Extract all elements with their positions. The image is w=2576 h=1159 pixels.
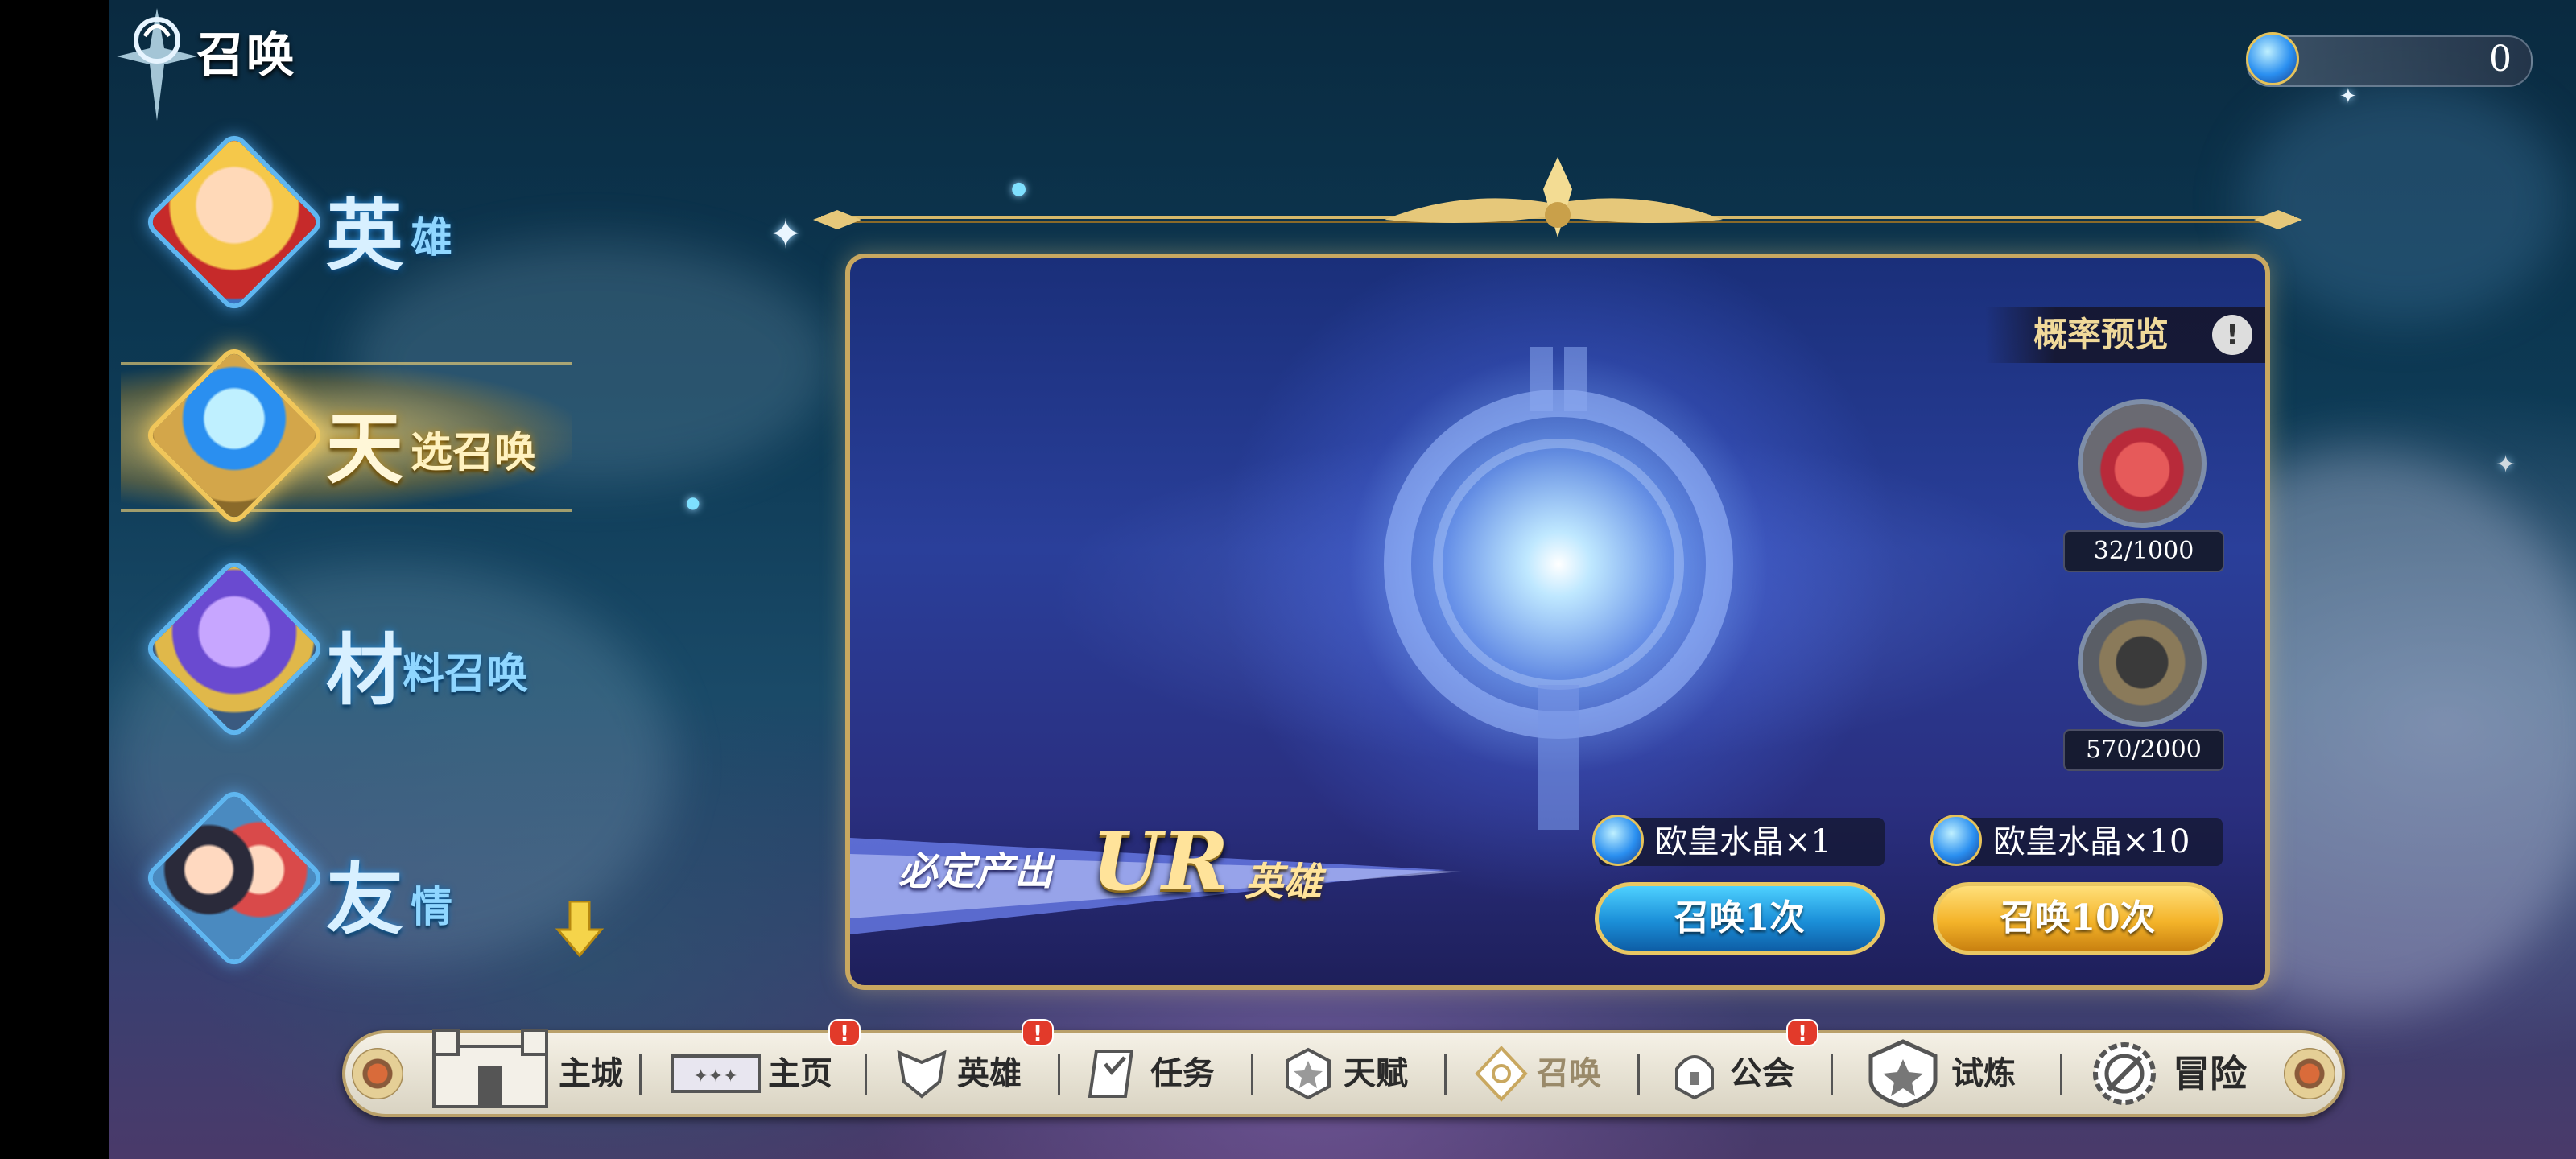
friends-portrait-icon [142, 786, 327, 971]
summon-orb-icon [142, 343, 327, 528]
nav-label: 主页 [768, 1054, 832, 1092]
ur-banner-highlight: UR [1092, 814, 1229, 909]
menu-item-friendship[interactable]: 友 情 [129, 786, 580, 971]
adventure-gear-icon [2093, 1042, 2156, 1105]
svg-text:✦✦✦: ✦✦✦ [693, 1066, 737, 1087]
nav-item-main-city[interactable]: 主城 [426, 1029, 643, 1114]
menu-item-hero[interactable]: 英 雄 [129, 130, 580, 315]
nav-label: 试炼 [1951, 1054, 2016, 1092]
nav-label: 公会 [1730, 1054, 1794, 1092]
nav-item-trial[interactable]: 试炼 [1859, 1033, 2068, 1114]
chevron-down-icon[interactable] [555, 901, 604, 958]
nav-label: 主城 [559, 1054, 623, 1092]
nav-item-talent[interactable]: 天赋 [1279, 1033, 1456, 1114]
rate-preview-button[interactable]: 概率预览 ! [1985, 307, 2265, 363]
menu-item-chosen-summon[interactable]: 天 选召唤 [129, 343, 580, 528]
nav-separator [1058, 1054, 1060, 1095]
nav-item-home[interactable]: ✦✦✦ 主页 ! [667, 1019, 861, 1114]
page-title: 召唤 [196, 27, 296, 84]
home-banner-icon: ✦✦✦ [671, 1054, 761, 1093]
blue-crystal-icon [1592, 815, 1644, 866]
menu-label-big: 材 [326, 625, 403, 716]
menu-label-big: 天 [326, 403, 403, 494]
crystal-cluster-icon [142, 556, 327, 741]
nav-label: 天赋 [1344, 1054, 1408, 1092]
nav-separator [1637, 1054, 1640, 1095]
guild-helmet-icon [1675, 1055, 1714, 1100]
cost-text: 欧皇水晶×10 [1993, 823, 2190, 860]
nav-item-guild[interactable]: 公会 ! [1666, 1019, 1843, 1114]
gold-ornament-divider [813, 157, 2302, 237]
info-icon: ! [2212, 315, 2252, 355]
notification-badge: ! [1786, 1019, 1818, 1046]
trial-emblem-icon [1868, 1039, 1938, 1108]
summon-portal-ring [1384, 347, 1733, 830]
ur-banner-suffix: 英雄 [1245, 860, 1323, 905]
compass-star-icon [117, 8, 197, 121]
menu-label-small: 料召唤 [402, 650, 529, 699]
menu-label-small: 选召唤 [411, 428, 537, 477]
task-scroll-icon [1088, 1050, 1134, 1098]
nav-separator [639, 1054, 642, 1095]
menu-label-small: 情 [411, 883, 453, 932]
nav-separator [865, 1054, 867, 1095]
nav-item-tasks[interactable]: 任务 [1086, 1033, 1263, 1114]
sparkle-star: ● [686, 493, 700, 512]
reward-progress-count: 32/1000 [2063, 530, 2224, 572]
cost-text: 欧皇水晶×1 [1655, 823, 1831, 860]
nav-label: 任务 [1150, 1054, 1215, 1092]
hero-mask-icon [897, 1050, 947, 1099]
summon-once-button[interactable]: 召唤1次 [1595, 882, 1885, 955]
treasure-chest-icon[interactable] [2078, 399, 2207, 528]
nav-item-adventure[interactable]: 冒险 [2084, 1033, 2293, 1114]
ur-banner-prefix: 必定产出 [898, 849, 1054, 894]
menu-label-small: 雄 [411, 213, 453, 262]
nav-separator [1251, 1054, 1253, 1095]
cost-label-single: 欧皇水晶×1 [1592, 815, 1885, 866]
reward-progress-count: 570/2000 [2063, 729, 2224, 771]
nav-item-hero[interactable]: 英雄 ! [893, 1019, 1070, 1114]
blue-crystal-icon [2246, 32, 2299, 85]
notification-badge: ! [1022, 1019, 1054, 1046]
nav-label: 英雄 [957, 1054, 1022, 1092]
sparkle-star: ✦ [769, 211, 803, 258]
sparkle-star: ✦ [2496, 451, 2516, 479]
menu-label-big: 友 [326, 854, 403, 945]
nav-label: 冒险 [2173, 1052, 2247, 1095]
summon-ten-button[interactable]: 召唤10次 [1933, 882, 2223, 955]
hero-portrait-icon [142, 130, 327, 315]
select-hero-icon[interactable] [2078, 598, 2207, 727]
nav-separator [1444, 1054, 1447, 1095]
nav-separator [1831, 1054, 1833, 1095]
nav-item-summon[interactable]: 召唤 [1472, 1033, 1649, 1114]
nav-separator [2060, 1054, 2062, 1095]
summon-crest-icon [1475, 1046, 1528, 1102]
notification-badge: ! [828, 1019, 861, 1046]
cost-label-ten: 欧皇水晶×10 [1930, 815, 2223, 866]
menu-item-material-summon[interactable]: 材 料召唤 [129, 556, 580, 741]
rate-preview-label: 概率预览 [2033, 315, 2169, 354]
bottom-navigation: 主城 ✦✦✦ 主页 ! 英雄 ! 任务 天赋 召唤 公会 ! 试炼 冒险 [342, 1019, 2345, 1117]
summon-banner-panel: 概率预览 ! 32/1000 570/2000 必定产出 UR 英雄 欧皇水晶×… [845, 254, 2270, 990]
talent-star-icon [1286, 1047, 1331, 1100]
currency-value: 0 [2489, 39, 2512, 80]
castle-icon [432, 1029, 548, 1108]
sparkle-star: ✦ [2339, 85, 2357, 109]
nav-label: 召唤 [1537, 1054, 1601, 1092]
blue-crystal-icon [1930, 815, 1982, 866]
menu-label-big: 英 [326, 190, 403, 281]
nav-end-ornament [352, 1048, 403, 1099]
